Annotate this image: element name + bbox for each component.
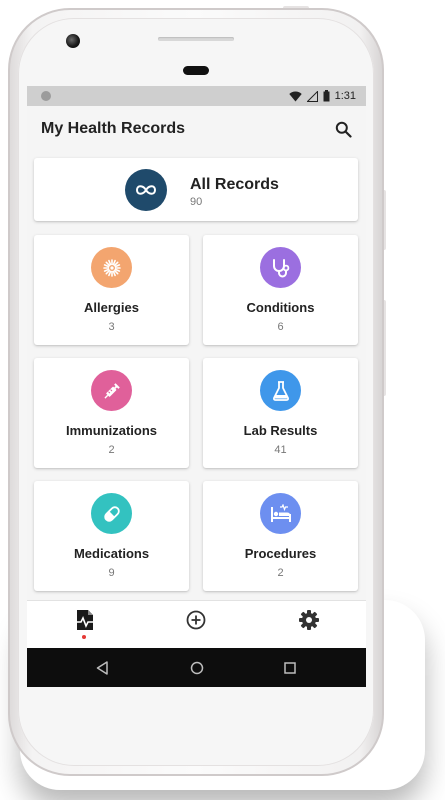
nav-item-records[interactable] [60,609,110,639]
status-bar: 1:31 [27,86,366,106]
home-button[interactable] [186,658,208,678]
health-record-icon [76,610,94,630]
speaker-grille [158,37,234,41]
category-card-conditions[interactable]: Conditions 6 [203,235,358,345]
back-icon [96,661,108,675]
add-circle-icon [186,610,206,630]
category-count: 6 [277,321,284,333]
notification-icon [41,91,51,101]
category-count: 41 [274,444,287,456]
earpiece [183,66,209,75]
category-count: 2 [108,444,115,456]
bottom-navigation [27,600,366,648]
stethoscope-icon [260,247,301,288]
active-indicator [82,635,86,639]
search-button[interactable] [330,116,356,142]
category-card-medications[interactable]: Medications 9 [34,481,189,591]
pill-icon [91,493,132,534]
status-time: 1:31 [334,90,356,102]
front-camera [66,34,80,48]
wifi-icon [288,91,302,101]
category-card-allergies[interactable]: Allergies 3 [34,235,189,345]
category-count: 9 [108,567,115,579]
all-records-card[interactable]: All Records 90 [34,158,358,221]
nav-item-add[interactable] [171,609,221,639]
category-label: Immunizations [65,423,157,438]
syringe-icon [91,370,132,411]
category-count: 3 [108,321,115,333]
all-records-count: 90 [190,196,203,208]
gear-icon [299,610,319,630]
category-card-procedures[interactable]: Procedures 2 [203,481,358,591]
category-card-immunizations[interactable]: Immunizations 2 [34,358,189,468]
recents-icon [284,662,296,674]
screen: 1:31 My Health Records All Records 90 Al… [27,86,366,687]
status-icons: 1:31 [288,90,356,102]
category-count: 2 [277,567,284,579]
signal-icon [306,90,318,102]
infinity-icon [125,169,167,211]
category-card-lab-results[interactable]: Lab Results 41 [203,358,358,468]
system-navigation-bar [27,648,366,687]
category-label: Medications [73,546,150,561]
category-label: Conditions [246,300,315,315]
back-button[interactable] [91,658,113,678]
all-records-label: All Records [190,176,279,193]
nav-item-settings[interactable] [284,609,334,639]
category-label: Allergies [84,300,139,315]
flask-icon [260,370,301,411]
hospital-bed-icon [260,493,301,534]
category-label: Lab Results [243,423,318,438]
search-icon [335,121,352,138]
battery-icon [323,90,330,102]
app-bar: My Health Records [27,106,366,152]
home-icon [190,661,204,675]
flower-icon [91,247,132,288]
page-title: My Health Records [41,120,186,137]
recents-button[interactable] [279,658,301,678]
category-label: Procedures [244,546,317,561]
